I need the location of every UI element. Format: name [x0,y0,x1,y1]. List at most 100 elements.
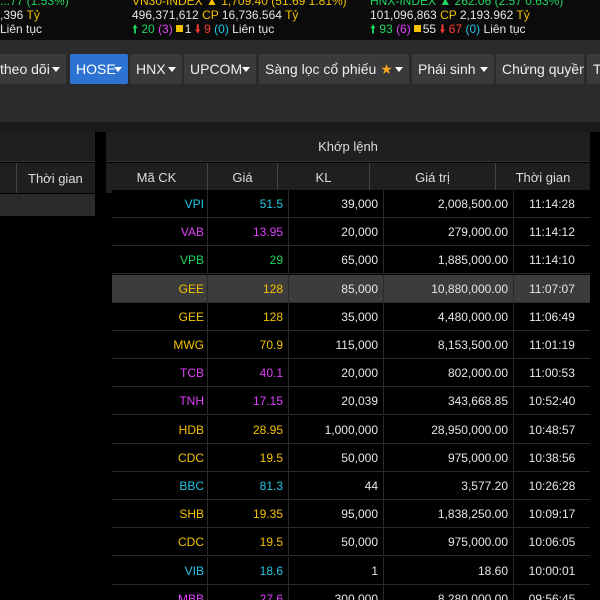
table-row[interactable]: CDC 19.5 50,000 975,000.00 10:06:05 [112,528,590,557]
cell-value: 18.60 [384,556,514,585]
cell-time: 11:07:07 [529,281,575,296]
cell-volume: 115,000 [289,331,384,359]
table-row[interactable]: VPB 29 65,000 1,885,000.00 11:14:10 [112,246,590,275]
cell-symbol[interactable]: CDC [112,528,208,557]
cell-time: 10:09:17 [528,507,576,522]
cell-volume: 85,000 [289,274,384,303]
arrow-up-icon: 🠙 [370,22,377,36]
cell-price: 40.1 [208,359,289,388]
cell-symbol[interactable]: TCB [112,359,208,388]
chevron-down-icon [242,67,250,72]
cell-value: 1,885,000.00 [384,246,514,275]
cell-symbol[interactable]: VPI [112,190,208,218]
cell-price: 13.95 [208,218,289,247]
cell-symbol[interactable]: VAB [112,218,208,247]
cell-symbol[interactable]: MBB [112,584,208,600]
table-row[interactable]: GEE 128 35,000 4,480,000.00 11:06:49 [112,302,590,331]
table-row[interactable]: VPI 51.5 39,000 2,008,500.00 11:14:28 [112,190,590,218]
header-symbol[interactable]: Mã CK [106,163,208,193]
vnindex-change: ...77 (1.53%) [0,0,69,8]
table-row[interactable]: TNH 17.15 20,039 343,668.85 10:52:40 [112,387,590,416]
tab-hnx[interactable]: HNX [130,54,182,84]
cell-volume: 20,000 [289,359,384,388]
cell-symbol[interactable]: GEE [112,274,208,303]
cell-price: 81.3 [208,472,289,500]
table-row[interactable]: BBC 81.3 44 3,577.20 10:26:28 [112,472,590,500]
cell-time: 10:26:28 [528,479,576,493]
cell-volume: 44 [289,472,384,500]
header-value[interactable]: Giá trị [370,163,496,193]
cell-price: 19.5 [208,528,289,557]
cell-value: 4,480,000.00 [384,302,514,331]
table-row[interactable]: VAB 13.95 20,000 279,000.00 11:14:12 [112,218,590,247]
cell-value: 279,000.00 [384,218,514,247]
star-icon: ★ [380,61,393,77]
cell-symbol[interactable]: TNH [112,387,208,416]
tab-watchlist[interactable]: theo dõi [0,54,66,84]
table-row[interactable]: HDB 28.95 1,000,000 28,950,000.00 10:48:57 [112,415,590,444]
cell-symbol[interactable]: MWG [112,331,208,359]
cell-price: 128 [208,302,289,331]
matched-orders-column-header: Mã CK Giá KL Giá trị Thời gian [106,163,590,193]
table-row[interactable]: GEE 128 85,000 10,880,000.00 11:07:07 [112,274,590,303]
cell-price: 19.5 [208,443,289,472]
tab-warrants[interactable]: Chứng quyền [496,54,584,84]
column-divider [16,163,17,193]
market-toolbar: theo dõi HOSE HNX UPCOM Sàng lọc cổ phiế… [0,40,600,122]
tab-derivatives[interactable]: Phái sinh [412,54,494,84]
cell-symbol[interactable]: VPB [112,246,208,275]
cell-volume: 95,000 [289,500,384,529]
tab-upcom[interactable]: UPCOM [184,54,256,84]
tab-hose[interactable]: HOSE [70,54,128,84]
cell-symbol[interactable]: BBC [112,472,208,500]
cell-value: 10,880,000.00 [384,274,514,303]
cell-volume: 35,000 [289,302,384,331]
cell-price: 19.35 [208,500,289,529]
chevron-down-icon [395,67,403,72]
cell-time: 10:00:01 [528,563,576,578]
left-panel-column-header: Thời gian [0,163,95,193]
cell-value: 8,153,500.00 [384,331,514,359]
table-row[interactable]: VIB 18.6 1 18.60 10:00:01 [112,556,590,585]
header-volume[interactable]: KL [278,163,370,193]
cell-value: 3,577.20 [384,472,514,500]
hnx-index-header: HNX-INDEX ▲ 262.06 (2.57 0.63%) [370,0,564,8]
arrow-down-icon: 🠛 [194,22,201,36]
cell-volume: 50,000 [289,443,384,472]
table-row[interactable]: CDC 19.5 50,000 975,000.00 10:38:56 [112,443,590,472]
cell-time: 10:06:05 [528,535,576,550]
table-row[interactable]: MBB 27.6 300,000 8,280,000.00 09:56:45 [112,584,590,600]
table-row[interactable]: SHB 19.35 95,000 1,838,250.00 10:09:17 [112,500,590,529]
vnindex-value: ,396 Tỷ [0,8,40,22]
cell-symbol[interactable]: VIB [112,556,208,585]
tab-stock-screener[interactable]: Sàng lọc cổ phiếu ★ [259,54,409,84]
cell-time: 11:00:53 [529,366,575,381]
cell-volume: 50,000 [289,528,384,557]
table-row[interactable]: TCB 40.1 20,000 802,000.00 11:00:53 [112,359,590,388]
cell-value: 28,950,000.00 [384,415,514,444]
cell-symbol[interactable]: SHB [112,500,208,529]
cell-value: 1,838,250.00 [384,500,514,529]
cell-symbol[interactable]: GEE [112,302,208,331]
tab-more[interactable]: T [587,54,600,84]
cell-time: 11:14:10 [529,253,575,268]
table-row[interactable]: MWG 70.9 115,000 8,153,500.00 11:01:19 [112,331,590,359]
cell-time: 10:52:40 [528,394,576,409]
header-price[interactable]: Giá [208,163,278,193]
square-icon [413,25,421,32]
cell-price: 51.5 [208,190,289,218]
cell-price: 27.6 [208,584,289,600]
matched-orders-header: Khớp lệnh [106,132,590,162]
hnx-breadth: 🠙 93 (6) 55 🠛 67 (0) Liên tục [370,22,526,36]
left-time-header: Thời gian [28,171,83,186]
cell-symbol[interactable]: HDB [112,415,208,444]
cell-price: 18.6 [208,556,289,585]
left-panel-group-header [0,132,95,162]
index-ticker: ...77 (1.53%) ,396 Tỷ Liên tục VN30-INDE… [0,0,600,40]
cell-time: 10:48:57 [528,422,576,437]
cell-symbol[interactable]: CDC [112,443,208,472]
hnx-volume-value: 101,096,863 CP 2,193.962 Tỷ [370,8,530,22]
header-time[interactable]: Thời gian [496,163,590,193]
cell-volume: 20,000 [289,218,384,247]
vn30-breadth: 🠙 20 (3) 1 🠛 9 (0) Liên tục [132,22,275,36]
